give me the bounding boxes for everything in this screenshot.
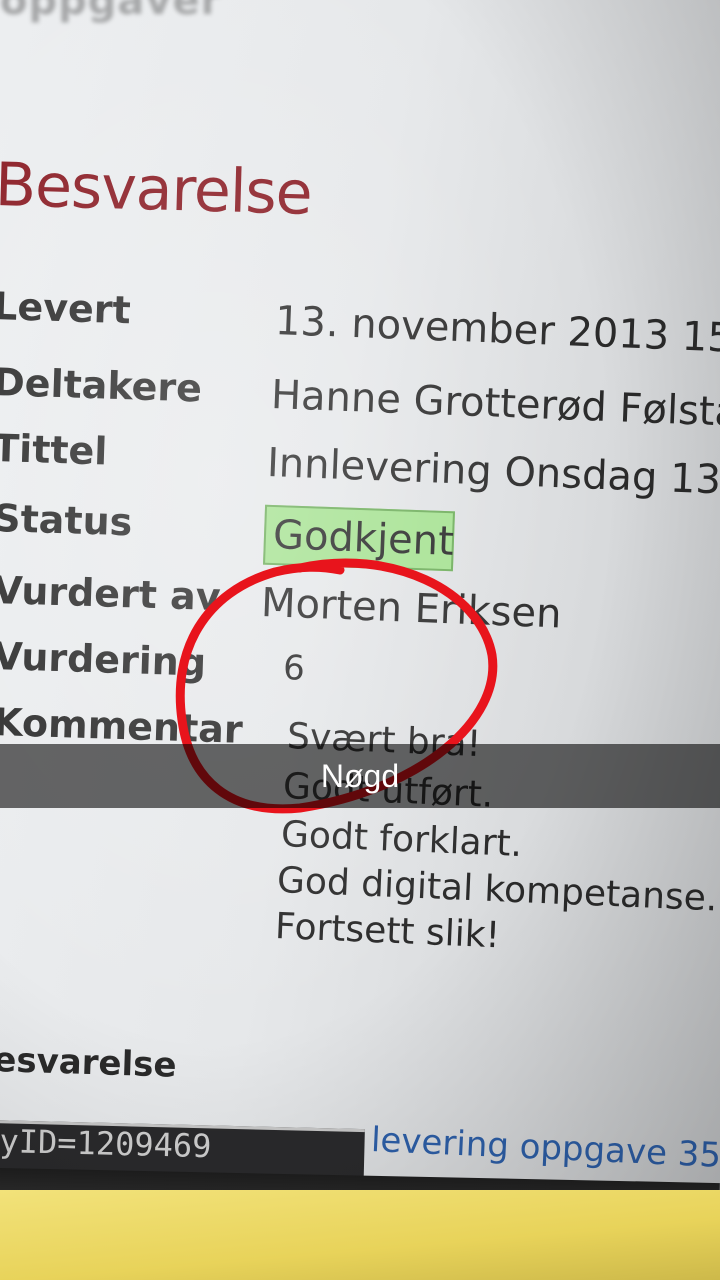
value-tittel[interactable]: Innlevering Onsdag 13-1 <box>266 440 720 505</box>
monitor-screen: oppgaver Besvarelse Levert 13. november … <box>0 0 720 1200</box>
label-status: Status <box>0 496 133 545</box>
label-levert: Levert <box>0 284 132 333</box>
value-vurdering: 6 <box>282 648 306 689</box>
caption-text: Nøgd <box>320 758 400 794</box>
cut-off-header: oppgaver <box>0 0 222 24</box>
page-title: Besvarelse <box>0 150 313 229</box>
monitor-bezel <box>0 1190 720 1280</box>
value-levert: 13. november 2013 15: <box>274 298 720 363</box>
value-deltakere: Hanne Grotterød Følstad <box>270 372 720 437</box>
value-vurdert-av: Morten Eriksen <box>260 580 563 638</box>
section-label-besvarelse: esvarelse <box>0 1040 178 1086</box>
assignment-link[interactable]: levering oppgave 35 <box>370 1120 720 1176</box>
id-field-value: yID=1209469 <box>0 1122 212 1166</box>
comment-line: Fortsett slik! <box>274 906 501 957</box>
comment-line: Godt forklart. <box>280 814 523 866</box>
label-deltakere: Deltakere <box>0 360 203 411</box>
label-tittel: Tittel <box>0 426 109 474</box>
label-vurdering: Vurdering <box>0 634 207 685</box>
status-badge-label: Godkjent <box>272 512 455 565</box>
label-vurdert-av: Vurdert av <box>0 568 222 620</box>
